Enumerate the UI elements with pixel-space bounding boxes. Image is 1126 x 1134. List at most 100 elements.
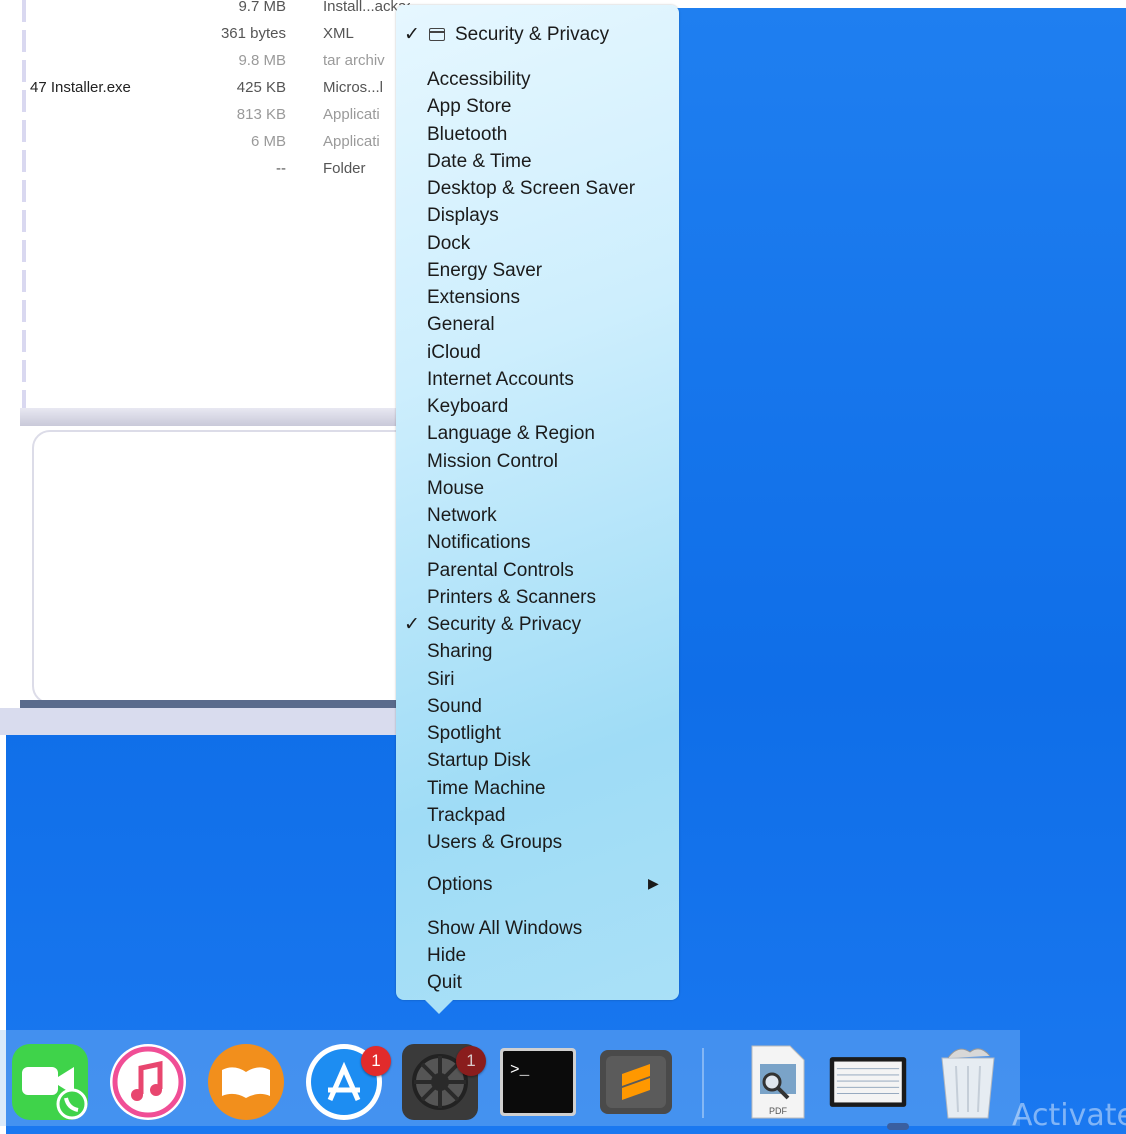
menu-item-app-store[interactable]: App Store (396, 93, 679, 119)
menu-item-accessibility[interactable]: Accessibility (396, 66, 679, 92)
menu-item-quit[interactable]: Quit (396, 969, 679, 995)
menu-item-label: Extensions (427, 287, 520, 308)
ibooks-icon[interactable] (206, 1042, 286, 1122)
menu-item-network[interactable]: Network (396, 502, 679, 528)
menu-item-keyboard[interactable]: Keyboard (396, 393, 679, 419)
menu-item-label: Date & Time (427, 150, 532, 172)
file-name: 47 Installer.exe (30, 79, 131, 96)
menu-item-language-and-region[interactable]: Language & Region (396, 420, 679, 446)
file-size: 425 KB (236, 79, 286, 96)
menu-item-users-and-groups[interactable]: Users & Groups (396, 829, 679, 855)
file-size: 361 bytes (220, 25, 286, 42)
menu-item-label: Displays (427, 205, 499, 227)
menu-item-label: Startup Disk (427, 750, 531, 772)
sublime-text-icon[interactable] (596, 1042, 676, 1122)
menu-item-sharing[interactable]: Sharing (396, 638, 679, 664)
file-row-top[interactable]: 9.7 MB Install...ackage (0, 0, 410, 21)
trash-icon[interactable] (928, 1042, 1008, 1122)
menu-item-label: Network (427, 505, 497, 526)
checkmark-icon: ✓ (404, 614, 420, 635)
menu-item-label: Options (427, 874, 493, 895)
menu-item-label: Mission Control (427, 450, 558, 472)
dock-running-indicator (887, 1123, 909, 1130)
menu-item-energy-saver[interactable]: Energy Saver (396, 257, 679, 283)
menu-item-siri[interactable]: Siri (396, 666, 679, 692)
system-preferences-badge: 1 (456, 1046, 486, 1076)
file-size: -- (276, 160, 286, 177)
menu-item-time-machine[interactable]: Time Machine (396, 775, 679, 801)
menu-item-internet-accounts[interactable]: Internet Accounts (396, 366, 679, 392)
menu-item-label: Notifications (427, 532, 531, 554)
menu-item-label: Language & Region (427, 423, 595, 445)
menu-item-label: Bluetooth (427, 123, 508, 145)
menu-item-label: Trackpad (427, 804, 506, 826)
file-row[interactable]: 361 bytes XML (0, 21, 410, 48)
menu-item-label: Energy Saver (427, 259, 543, 281)
menu-item-label: Internet Accounts (427, 368, 574, 390)
menu-item-notifications[interactable]: Notifications (396, 529, 679, 555)
menu-item-label: Accessibility (427, 69, 531, 90)
file-size: 9.8 MB (238, 52, 286, 69)
menu-item-label: Parental Controls (427, 559, 574, 581)
menu-pointer (425, 1000, 453, 1014)
menu-item-show-all-windows[interactable]: Show All Windows (396, 915, 679, 941)
finder-preview-pane (32, 430, 410, 704)
finder-pane-splitter[interactable] (20, 408, 410, 426)
finder-window: 9.7 MB Install...ackage 361 bytes XML 9.8 … (0, 0, 410, 735)
menu-item-label: Spotlight (427, 723, 501, 744)
checkmark-icon: ✓ (404, 24, 420, 45)
menu-item-trackpad[interactable]: Trackpad (396, 802, 679, 828)
dock-divider (702, 1048, 704, 1118)
window-icon (429, 28, 445, 41)
menu-item-label: Quit (427, 972, 462, 993)
menu-item-label: Desktop & Screen Saver (427, 178, 636, 199)
menu-item-label: Users & Groups (427, 832, 563, 853)
menu-item-sound[interactable]: Sound (396, 693, 679, 719)
app-store-badge: 1 (361, 1046, 391, 1076)
facetime-icon[interactable] (10, 1042, 90, 1122)
menu-item-mouse[interactable]: Mouse (396, 475, 679, 501)
menu-item-parental-controls[interactable]: Parental Controls (396, 557, 679, 583)
menu-item-dock[interactable]: Dock (396, 230, 679, 256)
menu-item-general[interactable]: General (396, 311, 679, 337)
file-kind: tar archiv (323, 52, 385, 69)
svg-text:>_: >_ (510, 1061, 530, 1079)
menu-item-label: Time Machine (427, 777, 546, 799)
itunes-icon[interactable] (108, 1042, 188, 1122)
menu-item-options[interactable]: Options ▶ (396, 871, 679, 897)
menu-item-startup-disk[interactable]: Startup Disk (396, 747, 679, 773)
menu-item-label: iCloud (427, 341, 481, 363)
menu-item-displays[interactable]: Displays (396, 202, 679, 228)
menu-item-spotlight[interactable]: Spotlight (396, 720, 679, 746)
file-kind: Micros...l (323, 79, 383, 96)
file-row[interactable]: 47 Installer.exe 425 KB Micros...l (0, 75, 410, 102)
submenu-arrow-icon: ▶ (648, 875, 659, 891)
menu-item-bluetooth[interactable]: Bluetooth (396, 121, 679, 147)
menu-item-label: Mouse (427, 477, 485, 499)
file-row[interactable]: -- Folder (0, 156, 410, 183)
preview-pdf-icon[interactable]: PDF (738, 1042, 818, 1122)
file-kind: Applicati (323, 106, 380, 123)
menu-item-label: Dock (427, 232, 471, 254)
menu-item-desktop-and-screen-saver[interactable]: Desktop & Screen Saver (396, 175, 679, 201)
finder-status-bar (20, 700, 410, 708)
menu-item-label: Show All Windows (427, 918, 583, 939)
menu-item-icloud[interactable]: iCloud (396, 339, 679, 365)
menu-item-extensions[interactable]: Extensions (396, 284, 679, 310)
menu-item-mission-control[interactable]: Mission Control (396, 448, 679, 474)
file-size: 6 MB (250, 133, 286, 150)
menu-window-item[interactable]: ✓ Security & Privacy (396, 21, 679, 49)
terminal-icon[interactable]: >_ (498, 1042, 578, 1122)
screenshot-window-icon[interactable] (828, 1042, 908, 1122)
menu-item-hide[interactable]: Hide (396, 942, 679, 968)
menu-item-security-and-privacy[interactable]: ✓ Security & Privacy (396, 611, 679, 637)
menu-item-printers-and-scanners[interactable]: Printers & Scanners (396, 584, 679, 610)
pdf-label: PDF (769, 1106, 788, 1116)
file-row[interactable]: 813 KB Applicati (0, 102, 410, 129)
file-row[interactable]: 6 MB Applicati (0, 129, 410, 156)
file-kind: Folder (323, 160, 366, 177)
menu-item-date-and-time[interactable]: Date & Time (396, 148, 679, 174)
menu-item-label: Hide (427, 945, 467, 966)
menu-item-label: Sound (427, 695, 482, 717)
file-row[interactable]: 9.8 MB tar archiv (0, 48, 410, 75)
